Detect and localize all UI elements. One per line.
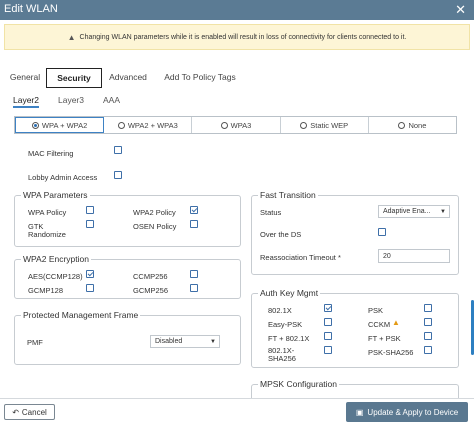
radio-button-icon <box>117 121 125 129</box>
warning-text: Changing WLAN parameters while it is ena… <box>79 33 407 41</box>
akm-psk-sha256-checkbox[interactable] <box>424 346 432 354</box>
akm-easy-psk-label: Easy-PSK <box>268 320 303 329</box>
akm-psk-sha256-label: PSK-SHA256 <box>368 348 414 357</box>
window-titlebar: Edit WLAN ✕ <box>0 0 474 20</box>
security-subtabs: Layer2 Layer3 AAA <box>0 93 474 109</box>
aes-ccmp128-label: AES(CCMP128) <box>28 272 83 281</box>
pmf-select-value: Disabled <box>155 338 183 345</box>
lobby-admin-checkbox[interactable] <box>114 171 122 179</box>
chevron-down-icon: ▼ <box>210 339 216 345</box>
gtk-randomize-checkbox[interactable] <box>86 220 94 228</box>
radio-label: WPA2 + WPA3 <box>127 120 178 130</box>
akm-psk-checkbox[interactable] <box>424 304 432 312</box>
radio-label: None <box>408 120 427 130</box>
radio-wpa-wpa2[interactable]: WPA + WPA2 <box>15 117 105 133</box>
akm-cckm-checkbox[interactable] <box>424 318 432 326</box>
security-mode-radio-group: WPA + WPA2 WPA2 + WPA3 WPA3 Static WEP N… <box>14 116 457 134</box>
tab-security[interactable]: Security <box>46 68 102 88</box>
radio-button-icon <box>398 121 406 129</box>
radio-button-icon <box>220 121 228 129</box>
warning-icon: ▲ <box>67 32 76 42</box>
gcmp128-label: GCMP128 <box>28 286 64 295</box>
warning-icon: ▲ <box>392 318 400 327</box>
akm-cckm-label: CCKM <box>368 320 391 329</box>
radio-label: WPA3 <box>230 120 252 130</box>
subtab-layer2[interactable]: Layer2 <box>13 95 39 108</box>
over-the-ds-label: Over the DS <box>260 230 302 239</box>
pmf-title: Protected Management Frame <box>21 310 141 320</box>
radio-button-icon <box>300 121 308 129</box>
gtk-randomize-label-line2: Randomize <box>28 230 66 239</box>
fast-transition-title: Fast Transition <box>258 190 318 200</box>
undo-icon: ↶ <box>12 407 19 417</box>
akm-ft-8021x-label: FT + 802.1X <box>268 334 310 343</box>
ccmp256-checkbox[interactable] <box>190 270 198 278</box>
radio-label: WPA + WPA2 <box>41 120 88 130</box>
dialog-footer: ↶ Cancel ▣ Update & Apply to Device <box>0 398 474 428</box>
tab-advanced[interactable]: Advanced <box>106 68 150 88</box>
window-title: Edit WLAN <box>4 3 58 15</box>
auth-key-mgmt-title: Auth Key Mgmt <box>258 288 321 298</box>
update-apply-button-label: Update & Apply to Device <box>367 407 459 417</box>
lobby-admin-label: Lobby Admin Access <box>28 173 98 182</box>
akm-psk-label: PSK <box>368 306 384 315</box>
osen-policy-checkbox[interactable] <box>190 220 198 228</box>
ft-status-label: Status <box>260 208 282 217</box>
chevron-down-icon: ▼ <box>440 209 446 215</box>
cancel-button-label: Cancel <box>21 407 47 417</box>
wpa2-policy-checkbox[interactable] <box>190 206 198 214</box>
wpa-parameters-title: WPA Parameters <box>21 190 90 200</box>
wpa-parameters-panel: WPA Parameters <box>14 190 241 247</box>
akm-8021x-checkbox[interactable] <box>324 304 332 312</box>
wpa-policy-checkbox[interactable] <box>86 206 94 214</box>
main-tabs: General Security Advanced Add To Policy … <box>0 68 474 88</box>
radio-label: Static WEP <box>310 120 349 130</box>
akm-ft-8021x-checkbox[interactable] <box>324 332 332 340</box>
reassociation-timeout-value: 20 <box>383 253 391 260</box>
akm-ft-psk-checkbox[interactable] <box>424 332 432 340</box>
subtab-layer3[interactable]: Layer3 <box>58 95 84 105</box>
subtab-aaa[interactable]: AAA <box>103 95 120 105</box>
akm-easy-psk-checkbox[interactable] <box>324 318 332 326</box>
mac-filtering-checkbox[interactable] <box>114 146 122 154</box>
ft-status-value: Adaptive Ena... <box>383 208 431 215</box>
wpa2-encryption-title: WPA2 Encryption <box>21 254 91 264</box>
reassociation-timeout-label: Reassociation Timeout * <box>260 253 341 262</box>
akm-8021x-sha256-checkbox[interactable] <box>324 346 332 354</box>
radio-wpa2-wpa3[interactable]: WPA2 + WPA3 <box>104 117 193 133</box>
pmf-select[interactable]: Disabled ▼ <box>150 335 220 348</box>
radio-none[interactable]: None <box>369 117 456 133</box>
ft-status-select[interactable]: Adaptive Ena... ▼ <box>378 205 450 218</box>
akm-8021x-label: 802.1X <box>268 306 292 315</box>
gcmp128-checkbox[interactable] <box>86 284 94 292</box>
over-the-ds-checkbox[interactable] <box>378 228 386 236</box>
radio-wpa3[interactable]: WPA3 <box>192 117 281 133</box>
mac-filtering-label: MAC Filtering <box>28 149 74 158</box>
akm-8021x-sha256-label-line2: SHA256 <box>268 354 296 363</box>
update-apply-button[interactable]: ▣ Update & Apply to Device <box>346 402 468 422</box>
gcmp256-checkbox[interactable] <box>190 284 198 292</box>
aes-ccmp128-checkbox[interactable] <box>86 270 94 278</box>
wpa2-policy-label: WPA2 Policy <box>133 208 176 217</box>
radio-button-icon <box>31 121 39 129</box>
gcmp256-label: GCMP256 <box>133 286 169 295</box>
warning-banner: ▲ Changing WLAN parameters while it is e… <box>4 24 470 50</box>
akm-ft-psk-label: FT + PSK <box>368 334 401 343</box>
pmf-label: PMF <box>27 338 43 347</box>
tab-general[interactable]: General <box>8 68 42 88</box>
wpa-policy-label: WPA Policy <box>28 208 67 217</box>
ccmp256-label: CCMP256 <box>133 272 168 281</box>
save-icon: ▣ <box>355 407 364 417</box>
radio-static-wep[interactable]: Static WEP <box>281 117 369 133</box>
tab-add-to-policy-tags[interactable]: Add To Policy Tags <box>162 68 238 88</box>
reassociation-timeout-input[interactable]: 20 <box>378 249 450 263</box>
mpsk-configuration-title: MPSK Configuration <box>258 379 340 389</box>
osen-policy-label: OSEN Policy <box>133 222 177 231</box>
close-icon[interactable]: ✕ <box>455 2 466 18</box>
cancel-button[interactable]: ↶ Cancel <box>4 404 55 420</box>
